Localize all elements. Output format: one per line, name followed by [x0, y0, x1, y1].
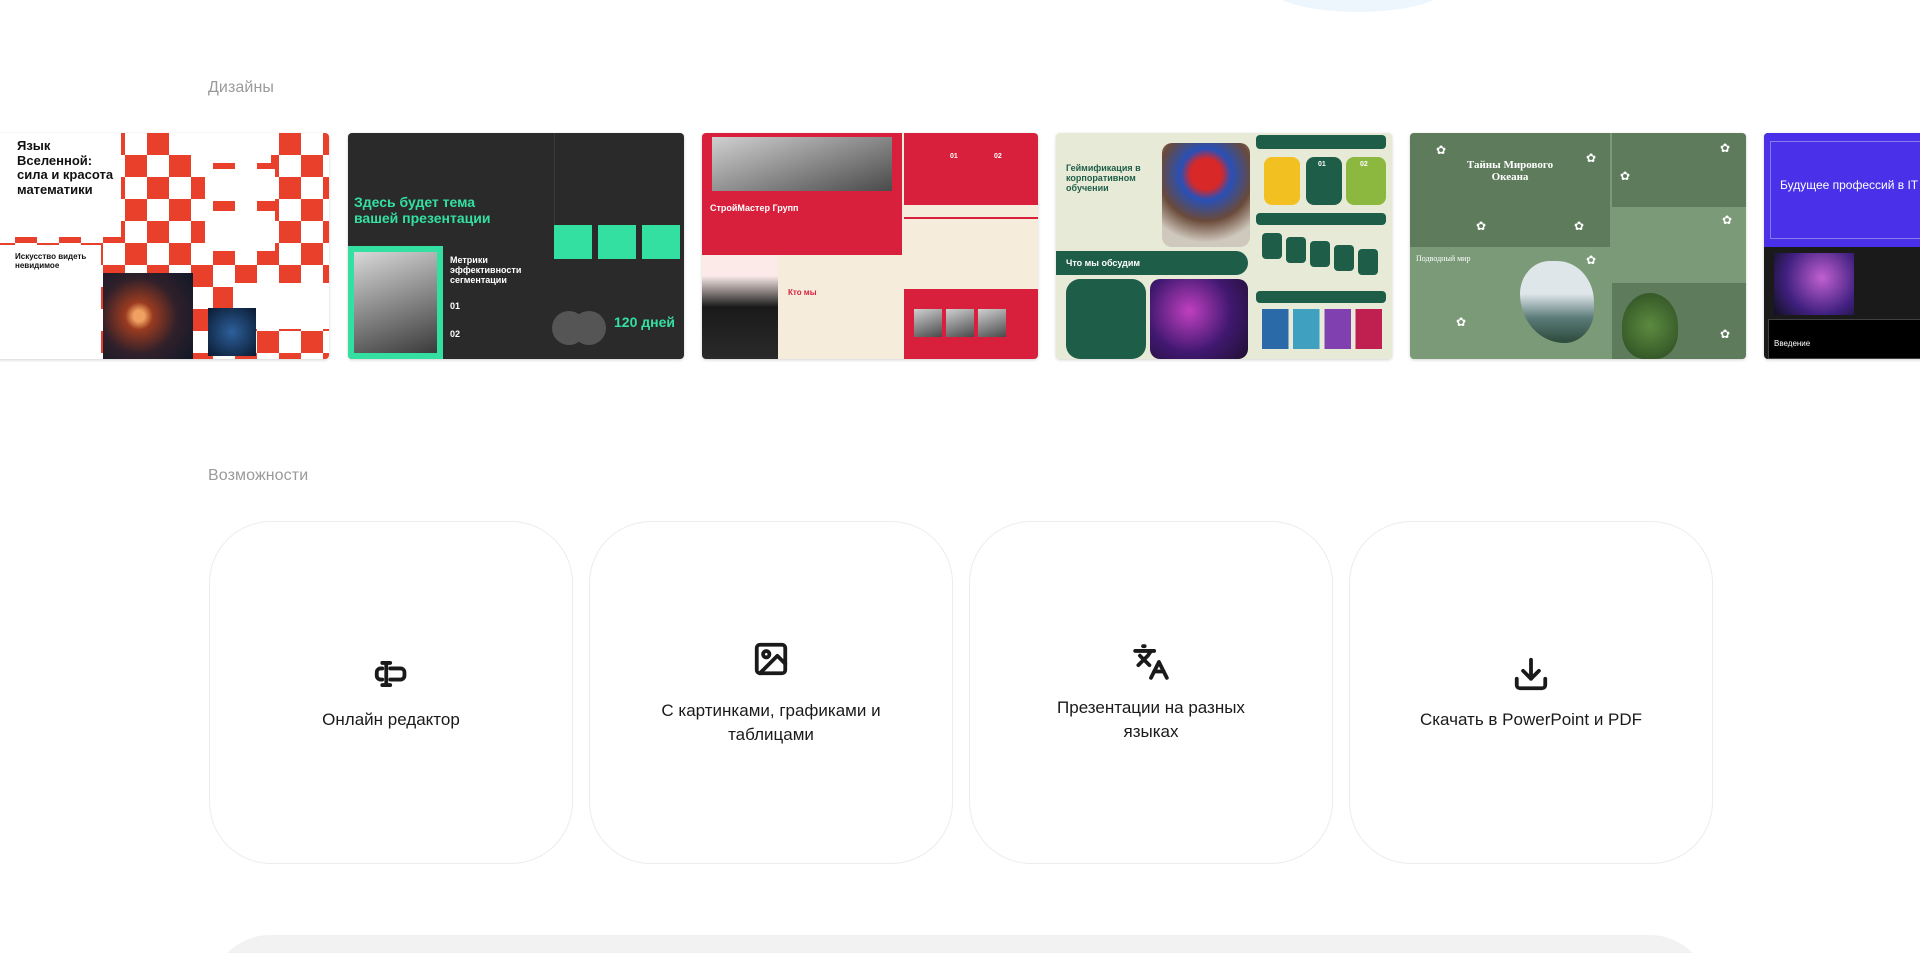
slide-grid	[554, 225, 684, 259]
slide-badge: 01	[1318, 161, 1326, 168]
slide-badge: 02	[1360, 161, 1368, 168]
flower-icon: ✿	[1436, 143, 1447, 157]
slide-panel	[904, 133, 1038, 205]
slide-photo	[1162, 143, 1250, 247]
feature-label: Онлайн редактор	[322, 709, 460, 729]
slide-stat: 120 дней	[614, 314, 675, 330]
slide-subtitle: Что мы обсудим	[1066, 258, 1141, 268]
slide-title: Тайны Мирового Океана	[1466, 159, 1554, 184]
decorative-blob	[1268, 0, 1448, 12]
design-thumbnail-construction[interactable]: СтройМастер Групп Кто мы 01 02	[702, 133, 1038, 359]
design-thumbnail-it-future[interactable]: Будущее профессий в IT Введение	[1764, 133, 1920, 359]
designs-carousel[interactable]: Язык Вселенной: сила и красота математик…	[0, 133, 1920, 359]
feature-card-languages[interactable]: Презентации на разных языках	[969, 521, 1333, 864]
feature-label: Скачать в PowerPoint и PDF	[1419, 709, 1643, 729]
feature-label: Презентации на разных языках	[1057, 697, 1245, 741]
design-thumbnail-ocean[interactable]: Тайны Мирового Океана Подводный мир ✿ ✿ …	[1410, 133, 1746, 359]
feature-label: С картинками, графиками и таблицами	[661, 700, 881, 744]
slide-title: Язык Вселенной: сила и красота математик…	[17, 138, 114, 197]
slide-step	[1358, 249, 1378, 275]
slide-photo	[712, 137, 892, 191]
feature-card-download[interactable]: Скачать в PowerPoint и PDF	[1349, 521, 1713, 864]
feature-card-images-charts[interactable]: С картинками, графиками и таблицами	[589, 521, 953, 864]
slide-photo	[1520, 261, 1594, 343]
image-icon	[751, 639, 791, 679]
slide-step	[1310, 241, 1330, 267]
slide-photo	[1150, 279, 1248, 359]
bottom-section-panel	[210, 935, 1710, 953]
features-section-title: Возможности	[208, 467, 309, 484]
slide-photo-frame	[348, 246, 443, 359]
slide-subtitle: Кто мы	[788, 288, 817, 297]
slide-subtitle: Метрики эффективности сегментации	[450, 255, 522, 286]
slide-panel	[191, 133, 271, 163]
slide-photo	[1622, 293, 1678, 359]
flower-icon: ✿	[1476, 219, 1487, 233]
slide-gallery	[1262, 309, 1382, 349]
slide-number: 01	[950, 153, 958, 160]
design-thumbnail-dark[interactable]: Здесь будет тема вашей презентации Метри…	[348, 133, 684, 359]
flower-icon: ✿	[1586, 253, 1597, 267]
text-cursor-icon	[371, 654, 411, 694]
slide-number: 01	[450, 301, 461, 311]
slide-photo	[946, 309, 974, 337]
slide-photo	[914, 309, 942, 337]
flower-icon: ✿	[1574, 219, 1585, 233]
slide-panel	[205, 211, 275, 251]
slide-photo	[103, 273, 193, 359]
flower-icon: ✿	[1720, 141, 1731, 155]
flower-icon: ✿	[1620, 169, 1631, 183]
translate-icon	[1131, 642, 1171, 682]
download-icon	[1511, 654, 1551, 694]
slide-title: Здесь будет тема вашей презентации	[354, 194, 491, 226]
slide-photo	[702, 255, 778, 359]
slide-card	[1066, 279, 1146, 359]
slide-title: СтройМастер Групп	[710, 203, 799, 213]
slide-panel	[205, 169, 275, 201]
slide-tab	[1256, 135, 1386, 149]
slide-tab	[1256, 291, 1386, 303]
slide-title: Геймификация в корпоративном обучении	[1066, 163, 1141, 194]
flower-icon: ✿	[1586, 151, 1597, 165]
slide-step	[1334, 245, 1354, 271]
slide-subtitle: Подводный мир	[1416, 254, 1471, 263]
slide-photo	[208, 308, 256, 356]
slide-card	[1264, 157, 1300, 205]
feature-card-online-editor[interactable]: Онлайн редактор	[209, 521, 573, 864]
slide-divider	[904, 217, 1038, 219]
slide-number: 02	[450, 329, 461, 339]
slide-tab	[1256, 213, 1386, 225]
designs-section-title: Дизайны	[208, 79, 274, 96]
flower-icon: ✿	[1720, 327, 1731, 341]
slide-photo	[1774, 253, 1854, 315]
slide-subtitle: Введение	[1774, 339, 1811, 348]
design-thumbnail-math[interactable]: Язык Вселенной: сила и красота математик…	[0, 133, 329, 359]
slide-step	[1262, 233, 1282, 259]
slide-photo	[978, 309, 1006, 337]
slide-number: 02	[994, 153, 1002, 160]
flower-icon: ✿	[1456, 315, 1467, 329]
slide-subtitle: Искусство видеть невидимое	[15, 252, 87, 270]
flower-icon: ✿	[1722, 213, 1733, 227]
slide-shape	[572, 311, 606, 345]
slide-title: Будущее профессий в IT	[1780, 178, 1919, 192]
slide-step	[1286, 237, 1306, 263]
design-thumbnail-gamification[interactable]: Геймификация в корпоративном обучении Чт…	[1056, 133, 1392, 359]
slide-photo	[354, 252, 437, 353]
landing-page: Дизайны Язык Вселенной: сила и красота м…	[0, 0, 1920, 953]
